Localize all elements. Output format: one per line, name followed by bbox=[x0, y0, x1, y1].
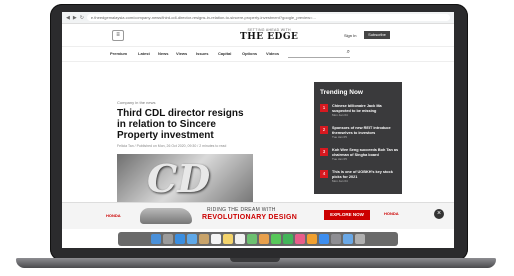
nav-item-views[interactable]: Views bbox=[176, 51, 187, 56]
nav-item-news[interactable]: News bbox=[158, 51, 168, 56]
article-kicker[interactable]: Company in the news bbox=[117, 100, 253, 105]
trending-headline: Sponsors of new REIT introduce themselve… bbox=[332, 126, 391, 135]
subscribe-button[interactable]: Subscribe bbox=[364, 31, 390, 39]
site-logo[interactable]: SETTING AHEAD WITH THE EDGE bbox=[240, 28, 298, 42]
trending-rank: 2 bbox=[320, 126, 328, 134]
mail-icon[interactable] bbox=[187, 234, 197, 244]
search-icon[interactable]: ⌕ bbox=[347, 49, 350, 55]
trending-rank: 4 bbox=[320, 170, 328, 178]
trending-headline: Chinese billionaire Jack Ma suspected to… bbox=[332, 104, 382, 113]
back-icon[interactable]: ◀ bbox=[66, 15, 70, 21]
trending-date: Tue Jan 05 bbox=[332, 157, 347, 161]
nav-item-issues[interactable]: Issues bbox=[196, 51, 208, 56]
maps-icon[interactable] bbox=[247, 234, 257, 244]
trending-headline: This is one of UOBKH's key stock picks f… bbox=[332, 170, 393, 179]
honda-logo-left: HONDA bbox=[106, 213, 121, 218]
trending-rank: 3 bbox=[320, 148, 328, 156]
books-icon[interactable] bbox=[307, 234, 317, 244]
browser-toolbar: ◀ ▶ ↻ e.theedgemalaysia.com/company-news… bbox=[62, 12, 454, 24]
reminders-icon[interactable] bbox=[235, 234, 245, 244]
macos-dock bbox=[118, 232, 398, 246]
safari-icon[interactable] bbox=[175, 234, 185, 244]
main-nav: Premium Latest News Views Issues Capital… bbox=[62, 47, 454, 62]
nav-item-options[interactable]: Options bbox=[242, 51, 257, 56]
facetime-icon[interactable] bbox=[283, 234, 293, 244]
trash-icon[interactable] bbox=[355, 234, 365, 244]
trending-panel: Trending Now 1 Chinese billionaire Jack … bbox=[314, 82, 402, 194]
reload-icon[interactable]: ↻ bbox=[80, 15, 84, 21]
settings-icon[interactable] bbox=[331, 234, 341, 244]
ad-tagline-2: REVOLUTIONARY DESIGN bbox=[202, 214, 298, 221]
trending-date: Mon Jan 04 bbox=[332, 113, 348, 117]
trending-headline: Koh Wee Seng succeeds Boh Tan as chairma… bbox=[332, 148, 399, 157]
folder-icon[interactable] bbox=[343, 234, 353, 244]
photos-icon[interactable] bbox=[259, 234, 269, 244]
finder-icon[interactable] bbox=[151, 234, 161, 244]
browser-screen: ◀ ▶ ↻ e.theedgemalaysia.com/company-news… bbox=[62, 12, 454, 248]
notes-icon[interactable] bbox=[223, 234, 233, 244]
forward-icon[interactable]: ▶ bbox=[73, 15, 77, 21]
sign-in-link[interactable]: Sign In bbox=[344, 33, 356, 38]
trending-date: Tue Jan 05 bbox=[332, 135, 347, 139]
calendar-icon[interactable] bbox=[211, 234, 221, 244]
itunes-icon[interactable] bbox=[295, 234, 305, 244]
nav-item-latest[interactable]: Latest bbox=[138, 51, 150, 56]
article-header: Company in the news Third CDL director r… bbox=[117, 100, 253, 148]
ad-tagline-1: RIDING THE DREAM WITH bbox=[207, 207, 276, 213]
search-input[interactable]: ⌕ bbox=[288, 49, 350, 58]
hamburger-menu-icon[interactable]: ≡ bbox=[112, 30, 124, 41]
article-title: Third CDL director resigns in relation t… bbox=[117, 108, 244, 141]
messages-icon[interactable] bbox=[271, 234, 281, 244]
trending-rank: 1 bbox=[320, 104, 328, 112]
honda-logo-right: HONDA bbox=[384, 211, 399, 216]
logo-wordmark: THE EDGE bbox=[240, 32, 299, 42]
close-ad-icon[interactable]: × bbox=[434, 209, 444, 219]
explore-now-button[interactable]: EXPLORE NOW bbox=[324, 210, 370, 220]
honda-ad-banner[interactable]: HONDA RIDING THE DREAM WITH REVOLUTIONAR… bbox=[62, 202, 454, 229]
trending-heading: Trending Now bbox=[320, 89, 363, 96]
article-byline: Felicia Tan / Published on Mon, 26 Oct 2… bbox=[117, 144, 227, 148]
article-image: CD bbox=[117, 154, 253, 202]
contacts-icon[interactable] bbox=[199, 234, 209, 244]
nav-item-videos[interactable]: Videos bbox=[266, 51, 279, 56]
car-image bbox=[140, 208, 192, 224]
nav-item-capital[interactable]: Capital bbox=[218, 51, 231, 56]
appstore-icon[interactable] bbox=[319, 234, 329, 244]
laptop-notch bbox=[230, 258, 280, 262]
nav-item-premium[interactable]: Premium bbox=[110, 51, 127, 56]
launchpad-icon[interactable] bbox=[163, 234, 173, 244]
cdl-logo-image: CD bbox=[147, 156, 211, 201]
trending-date: Mon Jan 04 bbox=[332, 179, 348, 183]
site-header: ≡ SETTING AHEAD WITH THE EDGE Sign In Su… bbox=[62, 24, 454, 47]
address-bar[interactable]: e.theedgemalaysia.com/company-news/third… bbox=[86, 14, 450, 21]
